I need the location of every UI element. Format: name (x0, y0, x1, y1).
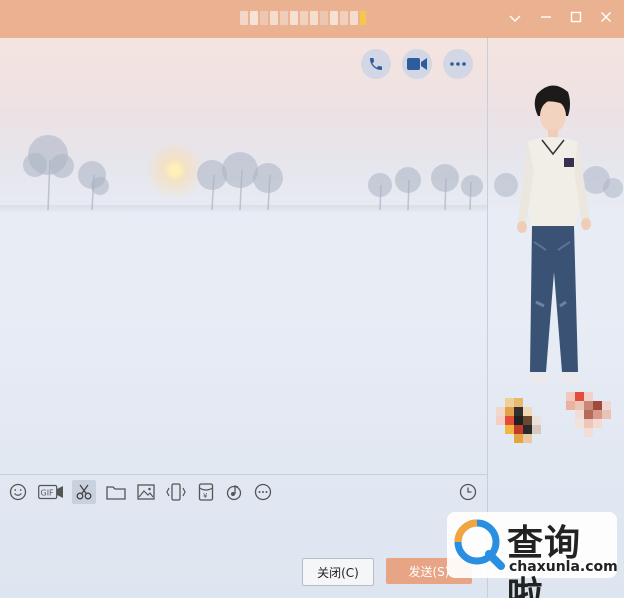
screenshot-scissors-button[interactable] (72, 480, 96, 504)
folder-icon (106, 486, 126, 500)
chevron-down-icon[interactable] (504, 8, 526, 30)
gif-button[interactable]: GIF (38, 480, 64, 504)
video-call-button[interactable] (402, 49, 432, 79)
close-icon[interactable] (595, 8, 617, 30)
svg-text:¥: ¥ (203, 492, 208, 500)
shake-icon (166, 483, 186, 501)
phone-icon (370, 58, 382, 70)
close-button[interactable]: 关闭(C) (302, 558, 374, 586)
emoji-icon (9, 483, 27, 501)
red-packet-icon: ¥ (198, 483, 214, 501)
image-icon (137, 484, 155, 500)
more-tools-button[interactable] (251, 480, 275, 504)
maximize-icon[interactable] (565, 8, 587, 30)
video-icon (407, 58, 427, 70)
music-button[interactable] (222, 480, 246, 504)
title-bar[interactable] (0, 0, 624, 38)
watermark-brand-cn: 查询啦 (507, 522, 582, 598)
gif-icon: GIF (38, 484, 63, 500)
user-avatar-figure (517, 85, 591, 384)
send-file-button[interactable] (104, 480, 128, 504)
pixelated-pet-right (566, 392, 611, 437)
svg-text:GIF: GIF (41, 489, 55, 498)
watermark-brand-en: chaxunla.com (509, 559, 618, 575)
magnifier-logo-icon (454, 519, 505, 570)
chat-window: GIF ¥ 关闭(C) 发送(S) 查询啦 chaxunla.com (0, 0, 624, 598)
minimize-icon[interactable] (535, 8, 557, 30)
more-icon (450, 62, 466, 66)
contact-name-blurred (240, 11, 370, 27)
red-packet-button[interactable]: ¥ (194, 480, 218, 504)
site-watermark: 查询啦 chaxunla.com (447, 512, 618, 598)
more-icon (254, 483, 272, 501)
send-image-button[interactable] (134, 480, 158, 504)
window-shake-button[interactable] (164, 480, 188, 504)
voice-call-button[interactable] (361, 49, 391, 79)
input-area-divider (0, 474, 487, 475)
history-clock-icon (459, 483, 477, 501)
more-options-button[interactable] (443, 49, 473, 79)
scissors-icon (76, 484, 92, 500)
music-icon (226, 485, 242, 501)
message-history-button[interactable] (456, 480, 480, 504)
pixelated-pet-left (496, 398, 541, 443)
emoji-button[interactable] (6, 480, 30, 504)
snowy-trees-illustration (23, 135, 483, 211)
